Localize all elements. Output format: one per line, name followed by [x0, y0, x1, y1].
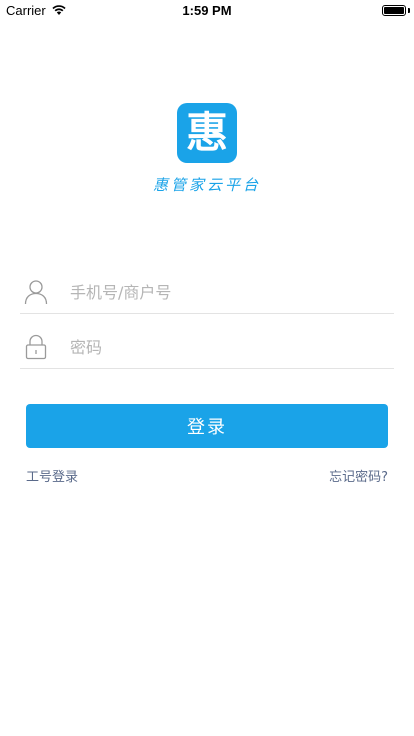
- status-time: 1:59 PM: [182, 3, 232, 18]
- phone-input-row: [20, 270, 394, 314]
- password-input[interactable]: [70, 325, 390, 369]
- user-icon: [24, 280, 48, 305]
- login-button[interactable]: 登录: [26, 404, 388, 448]
- battery-icon: [382, 5, 406, 16]
- password-input-row: [20, 325, 394, 369]
- forgot-password-link[interactable]: 忘记密码?: [329, 466, 388, 485]
- logo-char: 惠: [185, 108, 228, 157]
- status-bar: Carrier 1:59 PM: [0, 0, 414, 22]
- lock-icon: [25, 334, 47, 360]
- battery-tip: [408, 8, 410, 13]
- app-name: 惠管家云平台: [152, 176, 261, 194]
- login-screen: Carrier 1:59 PM 惠 惠管家云平台 登录 工号登录 忘记密码?: [0, 0, 414, 736]
- phone-input[interactable]: [70, 270, 390, 314]
- app-logo: 惠: [177, 103, 237, 163]
- employee-login-link[interactable]: 工号登录: [26, 466, 78, 485]
